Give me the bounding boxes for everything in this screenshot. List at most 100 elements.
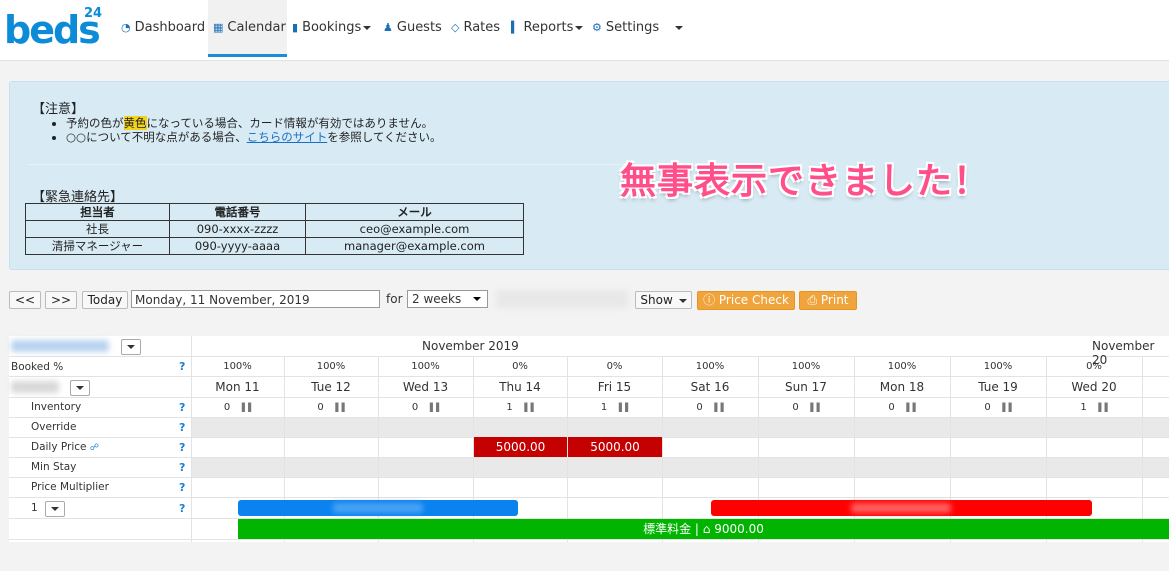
inventory-cell[interactable]: 0 ▐▐: [950, 402, 1046, 413]
inventory-count: 0: [411, 402, 419, 413]
room-dropdown[interactable]: [70, 380, 90, 396]
day-header-cell[interactable]: Tue 19: [950, 380, 1046, 394]
notice-heading: 【注意】: [32, 102, 85, 117]
inventory-cell[interactable]: 0 ▐▐: [758, 402, 854, 413]
inventory-count: 0: [888, 402, 895, 413]
blurred-room-name[interactable]: [11, 381, 59, 393]
tag-icon: ◇: [451, 21, 460, 34]
room-unit-dropdown[interactable]: [45, 501, 65, 517]
link-icon[interactable]: ☍: [90, 443, 99, 453]
inventory-cell[interactable]: 0 ▐▐: [662, 402, 758, 413]
help-icon[interactable]: ?: [179, 481, 185, 494]
property-dropdown[interactable]: [121, 339, 141, 355]
print-button[interactable]: ⎙ Print: [799, 291, 857, 310]
blurred-guest-name: [851, 503, 951, 513]
inventory-cell[interactable]: 0 ▐▐: [191, 402, 284, 413]
nav-rates[interactable]: ◇ Rates: [451, 0, 500, 60]
inventory-cell[interactable]: 0 ▐▐: [854, 402, 950, 413]
booked-percent-cell: 100%: [887, 361, 917, 372]
table-cell: 清掃マネージャー: [25, 237, 170, 255]
day-header-cell[interactable]: Thu 14: [473, 380, 567, 394]
nav-reports[interactable]: ▍ Reports: [511, 0, 584, 60]
inventory-cell[interactable]: 0 ▐▐: [284, 402, 378, 413]
override-label: Override: [31, 421, 77, 433]
nav-calendar[interactable]: ▦ Calendar: [208, 0, 287, 57]
inventory-cell[interactable]: 1 ▐▐: [1046, 402, 1142, 413]
today-button[interactable]: Today: [82, 291, 128, 309]
booking-bar-blue[interactable]: [238, 500, 518, 516]
daily-price-label: Daily Price: [31, 441, 87, 453]
column-divider: [1142, 357, 1143, 542]
help-site-link[interactable]: こちらのサイト: [247, 130, 328, 144]
inventory-cell[interactable]: 0 ▐▐: [378, 402, 473, 413]
show-dropdown-button[interactable]: Show: [635, 291, 692, 309]
bookings-icon: ▐▐: [518, 403, 534, 412]
daily-price-cell[interactable]: 5000.00: [568, 437, 662, 457]
inventory-cell[interactable]: 1 ▐▐: [473, 402, 567, 413]
prev-period-button[interactable]: <<: [9, 291, 41, 309]
help-icon[interactable]: ?: [179, 421, 185, 434]
day-header-cell[interactable]: Tue 12: [284, 380, 378, 394]
nav-bookings[interactable]: ▮ Bookings: [292, 0, 372, 60]
notice-item-card: 予約の色が黄色になっている場合、カード情報が有効ではありません。: [66, 116, 442, 130]
show-label: Show: [640, 293, 673, 307]
rate-bar[interactable]: 標準料金 | ⌂ 9000.00: [238, 519, 1169, 539]
nav-settings[interactable]: ⚙ Settings: [592, 0, 659, 60]
column-header: 電話番号: [169, 203, 306, 221]
nav-dashboard-label: Dashboard: [134, 20, 206, 35]
nav-bookings-label: Bookings: [302, 20, 362, 35]
daily-price-cell[interactable]: 5000.00: [474, 437, 567, 457]
inventory-cell[interactable]: 1 ▐▐: [567, 402, 662, 413]
booked-percent-cell: 100%: [983, 361, 1013, 372]
booked-percent-cell: 100%: [223, 361, 252, 372]
help-icon[interactable]: ?: [179, 441, 185, 454]
emergency-contact-table: 担当者 電話番号 メール 社長 090-xxxx-zzzz ceo@exampl…: [25, 203, 524, 255]
booked-percent-cell: 0%: [1086, 361, 1102, 372]
blurred-property-name[interactable]: [11, 340, 109, 352]
chart-icon: ▍: [511, 21, 520, 34]
top-navbar: beds 24 ◔ Dashboard ▦ Calendar ▮ Bookings ♟…: [0, 0, 1169, 61]
notice-item-help: ○○について不明な点がある場合、こちらのサイトを参照してください。: [66, 130, 442, 144]
nav-dashboard[interactable]: ◔ Dashboard: [121, 0, 205, 60]
next-period-button[interactable]: >>: [45, 291, 77, 309]
room-number: 1: [31, 502, 38, 514]
chevron-down-icon: [363, 25, 372, 30]
day-header-cell[interactable]: Sat 16: [662, 380, 758, 394]
table-cell: ceo@example.com: [305, 220, 524, 238]
help-icon[interactable]: ?: [179, 461, 185, 474]
price-multiplier-label: Price Multiplier: [31, 481, 109, 493]
override-row: Override ?: [9, 418, 1169, 438]
period-select[interactable]: 2 weeks: [407, 290, 488, 308]
day-header-cell[interactable]: Mon 11: [191, 380, 284, 394]
day-header-cell[interactable]: Fri 15: [567, 380, 662, 394]
beds24-logo[interactable]: beds 24: [4, 4, 104, 54]
price-check-button[interactable]: ⓘ Price Check: [697, 291, 795, 310]
nav-guests-label: Guests: [396, 20, 442, 35]
inventory-label: Inventory: [31, 401, 82, 413]
day-header-cell[interactable]: Wed 13: [378, 380, 473, 394]
help-icon[interactable]: ?: [179, 502, 185, 515]
chevron-down-icon: [575, 25, 584, 30]
bookings-icon: ▮: [292, 21, 299, 34]
price-multiplier-row: Price Multiplier ?: [9, 478, 1169, 498]
notice-text: 予約の色が: [66, 116, 124, 130]
nav-reports-label: Reports: [523, 20, 574, 35]
bookings-icon: ▐▐: [424, 403, 440, 412]
nav-guests[interactable]: ♟ Guests: [383, 0, 442, 60]
notice-text: ○○について不明な点がある場合、: [66, 130, 247, 144]
bookings-icon: ▐▐: [804, 403, 820, 412]
date-input[interactable]: Monday, 11 November, 2019: [131, 290, 380, 308]
booked-percent-cell: 100%: [316, 361, 346, 372]
help-icon[interactable]: ?: [179, 401, 185, 414]
help-icon[interactable]: ?: [179, 360, 185, 373]
bookings-icon: ▐▐: [613, 403, 629, 412]
blurred-filter[interactable]: [496, 290, 628, 308]
nav-more-dropdown[interactable]: [673, 0, 683, 60]
booked-percent-cell: 0%: [606, 361, 623, 372]
booking-bar-red[interactable]: [711, 500, 1092, 516]
day-header-cell[interactable]: Wed 20: [1046, 380, 1142, 394]
day-header-cell[interactable]: Mon 18: [854, 380, 950, 394]
day-header-cell[interactable]: Sun 17: [758, 380, 854, 394]
inventory-count: 0: [984, 402, 991, 413]
column-header: 担当者: [25, 203, 170, 221]
